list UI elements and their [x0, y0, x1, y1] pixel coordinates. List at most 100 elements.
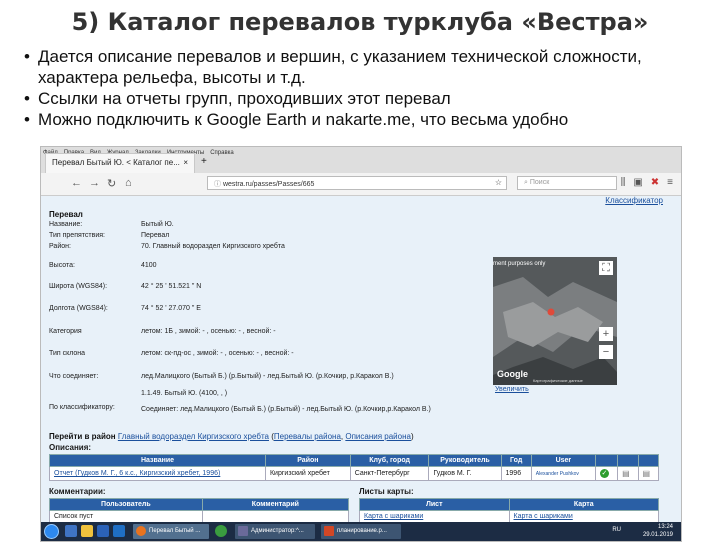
- region-descriptions-link[interactable]: Описания района: [345, 432, 411, 441]
- prop-value: лед.Малицкого (Бытый Б.) (р.Бытый) - лед…: [141, 373, 394, 380]
- bullet-item: Дается описание перевалов и вершин, с ук…: [24, 46, 714, 88]
- col-header: Карта: [508, 498, 659, 511]
- goto-region-line: Перейти в район Главный водораздел Кирги…: [49, 432, 414, 441]
- prop-value: 42 ° 25 ' 51.521 " N: [141, 283, 202, 290]
- prop-label: Долгота (WGS84):: [49, 305, 108, 312]
- new-tab-icon[interactable]: +: [201, 156, 207, 167]
- sidebar-icon[interactable]: ▣: [633, 177, 642, 188]
- prop-label: Тип склона: [49, 350, 86, 357]
- map-zoom-link[interactable]: Увеличить: [495, 386, 529, 393]
- tab-bar: Файл Правка Вид Журнал Закладки Инструме…: [41, 147, 681, 173]
- app-icon[interactable]: [97, 525, 109, 537]
- chrome-icon[interactable]: [215, 525, 227, 537]
- powerpoint-icon: [324, 526, 334, 536]
- col-header: Клуб, город: [349, 454, 430, 467]
- prop-label: Район:: [49, 243, 71, 250]
- firefox-icon: [136, 526, 146, 536]
- prop-value: летом: ск-пд-ос , зимой: - , осенью: - ,…: [141, 350, 294, 357]
- bookmark-star-icon[interactable]: ☆: [495, 178, 502, 187]
- cell-region: Киргизский хребет: [264, 466, 351, 481]
- taskbar-item-label: Администратор:^...: [251, 528, 304, 534]
- check-icon: ✓: [599, 469, 609, 478]
- home-icon[interactable]: ⌂: [125, 177, 132, 189]
- taskbar-item-powerpoint[interactable]: планирование.р...: [321, 524, 401, 539]
- tab-title: Перевал Бытый Ю. < Каталог пе...: [52, 158, 180, 167]
- map-terrain: [493, 257, 617, 385]
- classifier-link[interactable]: Классификатор: [605, 196, 663, 205]
- toolbar-icons: ⫼ ▣ ✖ ≡: [621, 177, 673, 188]
- fullscreen-icon[interactable]: ⛶: [599, 261, 613, 275]
- prop-value: летом: 1Б , зимой: - , осенью: - , весно…: [141, 328, 276, 335]
- sheet-link[interactable]: Карта с шариками: [514, 513, 573, 520]
- menu-help[interactable]: Справка: [210, 150, 234, 156]
- cell-year: 1996: [500, 466, 532, 481]
- col-header: [594, 454, 619, 467]
- cell-empty: [201, 510, 350, 523]
- zoom-in-button[interactable]: +: [599, 327, 613, 341]
- prop-value: Перевал: [141, 232, 170, 239]
- address-bar[interactable]: ⓘ westra.ru/passes/Passes/665 ☆: [207, 176, 507, 190]
- table-row: Карта с шариками Карта с шариками: [359, 510, 659, 523]
- close-tab-icon[interactable]: ×: [183, 158, 188, 167]
- google-logo: Google: [497, 369, 528, 379]
- tab-pass-page[interactable]: Перевал Бытый Ю. < Каталог пе... ×: [45, 153, 195, 173]
- search-placeholder: Поиск: [529, 179, 550, 186]
- menu-icon[interactable]: ≡: [667, 177, 673, 188]
- forward-icon[interactable]: →: [89, 177, 100, 189]
- taskbar-item-label: планирование.р...: [337, 528, 387, 534]
- comments-table: Пользователь Комментарий Список пуст: [49, 498, 350, 523]
- prop-label: Высота:: [49, 262, 75, 269]
- prop-label: Категория: [49, 328, 82, 335]
- cell-leader: Гудков М. Г.: [428, 466, 502, 481]
- bullet-list: Дается описание перевалов и вершин, с ук…: [24, 46, 714, 130]
- prop-label: Что соединяет:: [49, 373, 99, 380]
- section-title: Перевал: [49, 210, 83, 219]
- reload-icon[interactable]: ↻: [107, 177, 116, 190]
- document-icon[interactable]: ▤: [622, 469, 630, 478]
- cell-user[interactable]: Alexander Pushkov: [530, 466, 596, 481]
- google-map[interactable]: ment purposes only ⛶ + − Google Картогра…: [493, 257, 617, 385]
- browser-screenshot: Файл Правка Вид Журнал Закладки Инструме…: [40, 146, 682, 542]
- table-header-row: Пользователь Комментарий: [49, 498, 350, 511]
- taskbar-item-console[interactable]: Администратор:^...: [235, 524, 315, 539]
- slide-title: 5) Каталог перевалов турклуба «Вестра»: [71, 8, 649, 36]
- prop-label: Название:: [49, 221, 83, 228]
- url-text: westra.ru/passes/Passes/665: [222, 181, 315, 188]
- cell-club: Санкт-Петербург: [349, 466, 430, 481]
- explorer-icon[interactable]: [81, 525, 93, 537]
- addon-icon[interactable]: ✖: [651, 177, 659, 188]
- table-row: Список пуст: [49, 510, 350, 523]
- clock[interactable]: 13:24 29.01.2019: [643, 523, 673, 539]
- col-header: User: [530, 454, 596, 467]
- prop-value: Бытый Ю.: [141, 221, 174, 228]
- prop-value: 1.1.49. Бытый Ю. (4100, , ): [141, 390, 228, 397]
- zoom-out-button[interactable]: −: [599, 345, 613, 359]
- info-icon[interactable]: ⓘ: [214, 181, 223, 188]
- taskbar-item-label: Перевал Бытый ...: [149, 528, 201, 534]
- col-header: Район: [264, 454, 351, 467]
- start-button[interactable]: [44, 524, 59, 539]
- region-passes-link[interactable]: Перевалы района: [274, 432, 341, 441]
- taskbar-item-firefox[interactable]: Перевал Бытый ...: [133, 524, 209, 539]
- col-header: Год: [500, 454, 532, 467]
- sheet-link[interactable]: Карта с шариками: [364, 513, 423, 520]
- word-icon[interactable]: [113, 525, 125, 537]
- page-content: Классификатор Перевал Название: Бытый Ю.…: [41, 196, 681, 523]
- comments-label: Комментарии:: [49, 487, 106, 496]
- map-data-credit: Картографические данные: [533, 378, 583, 383]
- map-sheets-table: Лист Карта Карта с шариками Карта с шари…: [359, 498, 659, 523]
- back-icon[interactable]: ←: [71, 177, 82, 189]
- col-header: Руководитель: [428, 454, 502, 467]
- prop-label: По классификатору:: [49, 404, 115, 411]
- search-input[interactable]: ⌕ Поиск: [517, 176, 617, 190]
- region-link[interactable]: Главный водораздел Киргизского хребта: [118, 432, 269, 441]
- report-link[interactable]: Отчет (Гудков М. Г., 6 к.с., Киргизский …: [54, 470, 220, 477]
- language-indicator[interactable]: RU: [612, 527, 621, 533]
- ie-icon[interactable]: [65, 525, 77, 537]
- descriptions-table: Название Район Клуб, город Руководитель …: [49, 454, 660, 481]
- prop-value: 4100: [141, 262, 157, 269]
- library-icon[interactable]: ⫼: [621, 177, 626, 188]
- prop-label: Тип препятствия:: [49, 232, 105, 239]
- bullet-item: Можно подключить к Google Earth и nakart…: [24, 109, 714, 130]
- document-icon[interactable]: ▤: [643, 469, 651, 478]
